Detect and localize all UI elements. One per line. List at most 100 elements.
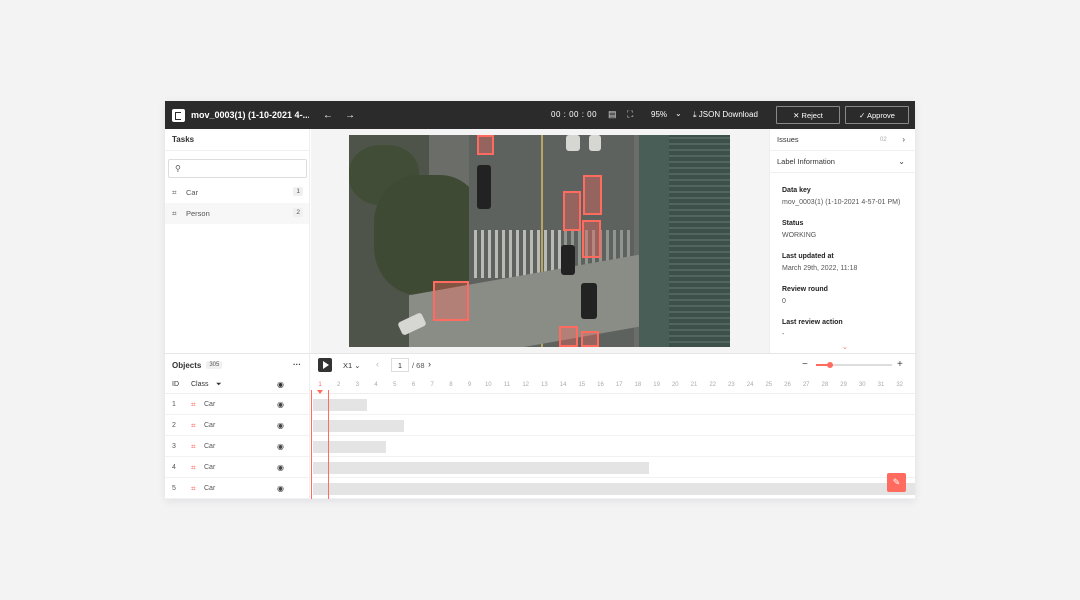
task-search-input[interactable]: ⚲: [168, 159, 307, 178]
frame-tick[interactable]: 18: [631, 382, 645, 388]
scroll-down-icon[interactable]: ⌄: [842, 343, 848, 351]
issues-header[interactable]: Issues 02 ›: [770, 129, 915, 151]
frame-tick[interactable]: 5: [388, 382, 402, 388]
timeline-track[interactable]: [311, 415, 915, 436]
frame-tick[interactable]: 28: [818, 382, 832, 388]
scene-building-right: [669, 135, 730, 347]
frame-tick[interactable]: 19: [650, 382, 664, 388]
more-options-icon[interactable]: ···: [293, 360, 301, 369]
eye-icon[interactable]: ◉: [277, 463, 284, 472]
frame-tick[interactable]: 17: [612, 382, 626, 388]
frame-tick[interactable]: 8: [444, 382, 458, 388]
frame-tick[interactable]: 23: [724, 382, 738, 388]
player-controls: X1 ⌄ ‹ 1 / 68 › − +: [311, 354, 915, 376]
timeline-track[interactable]: [311, 436, 915, 457]
task-item-car[interactable]: ⌗ Car 1: [165, 182, 309, 203]
frame-tick[interactable]: 10: [481, 382, 495, 388]
frame-tick[interactable]: 24: [743, 382, 757, 388]
frame-tick[interactable]: 14: [556, 382, 570, 388]
chevron-right-icon[interactable]: ›: [902, 135, 905, 144]
frame-tick[interactable]: 29: [837, 382, 851, 388]
frame-tick[interactable]: 7: [425, 382, 439, 388]
annotation-app: mov_0003(1) (1-10-2021 4-... ← → 00 : 00…: [165, 101, 915, 499]
edit-icon[interactable]: ✎: [887, 473, 906, 492]
reject-button[interactable]: ✕ Reject: [776, 106, 840, 124]
frame-tick[interactable]: 13: [537, 382, 551, 388]
current-frame-input[interactable]: 1: [391, 358, 409, 372]
frame-tick[interactable]: 16: [594, 382, 608, 388]
playhead[interactable]: [311, 390, 329, 499]
frame-tick[interactable]: 4: [369, 382, 383, 388]
bounding-box[interactable]: [581, 331, 599, 347]
frame-tick[interactable]: 25: [762, 382, 776, 388]
frame-tick[interactable]: 15: [575, 382, 589, 388]
object-row[interactable]: 5 ⌗ Car ◉: [165, 478, 310, 499]
frame-tick[interactable]: 2: [332, 382, 346, 388]
bounding-box[interactable]: [583, 175, 602, 215]
zoom-in-icon[interactable]: +: [897, 359, 903, 370]
zoom-level[interactable]: 95%: [651, 110, 667, 119]
bounding-box[interactable]: [563, 191, 581, 231]
frame-tick[interactable]: 6: [407, 382, 421, 388]
slider-handle[interactable]: [827, 362, 833, 368]
timeline-track[interactable]: [311, 394, 915, 415]
fullscreen-icon[interactable]: ⛶: [627, 109, 633, 120]
label-info-title: Label Information: [777, 157, 835, 166]
bounding-box[interactable]: [559, 326, 578, 347]
playback-speed[interactable]: X1 ⌄: [343, 361, 361, 370]
object-class: Car: [204, 401, 216, 408]
frame-tick[interactable]: 22: [706, 382, 720, 388]
arrow-left-icon[interactable]: ←: [323, 110, 333, 121]
object-row[interactable]: 2 ⌗ Car ◉: [165, 415, 310, 436]
track-bar[interactable]: [313, 483, 915, 495]
frame-tick[interactable]: 32: [893, 382, 907, 388]
chevron-down-icon[interactable]: ⌄: [898, 157, 905, 166]
task-item-person[interactable]: ⌗ Person 2: [165, 203, 309, 224]
frame-tick[interactable]: 21: [687, 382, 701, 388]
chevron-right-icon[interactable]: ›: [428, 359, 431, 369]
bounding-box[interactable]: [477, 135, 494, 155]
frame-tick[interactable]: 1: [313, 382, 327, 388]
top-bar: mov_0003(1) (1-10-2021 4-... ← → 00 : 00…: [165, 101, 915, 129]
approve-button[interactable]: ✓ Approve: [845, 106, 909, 124]
label-info-header[interactable]: Label Information ⌄: [770, 151, 915, 173]
chevron-down-icon[interactable]: ⌄: [675, 109, 682, 118]
caption-icon[interactable]: ▤: [608, 109, 617, 120]
frame-tick[interactable]: 27: [799, 382, 813, 388]
eye-icon[interactable]: ◉: [277, 380, 284, 389]
zoom-out-icon[interactable]: −: [802, 359, 808, 370]
eye-icon[interactable]: ◉: [277, 400, 284, 409]
tasks-title: Tasks: [165, 129, 309, 151]
video-frame[interactable]: [349, 135, 730, 347]
object-row[interactable]: 3 ⌗ Car ◉: [165, 436, 310, 457]
bounding-box[interactable]: [433, 281, 469, 321]
eye-icon[interactable]: ◉: [277, 484, 284, 493]
task-label: Car: [186, 188, 199, 197]
timeline-track[interactable]: [311, 457, 915, 478]
frame-tick[interactable]: 11: [500, 382, 514, 388]
frame-tick[interactable]: 31: [874, 382, 888, 388]
object-row[interactable]: 4 ⌗ Car ◉: [165, 457, 310, 478]
json-download-button[interactable]: ⤓ JSON Download: [693, 110, 758, 120]
frame-tick[interactable]: 30: [855, 382, 869, 388]
chevron-left-icon[interactable]: ‹: [376, 359, 379, 369]
field-value: March 29th, 2022, 11:18: [782, 265, 858, 272]
frame-tick[interactable]: 9: [463, 382, 477, 388]
filter-icon[interactable]: ⏷: [216, 381, 222, 389]
eye-icon[interactable]: ◉: [277, 442, 284, 451]
frame-tick[interactable]: 20: [668, 382, 682, 388]
arrow-right-icon[interactable]: →: [345, 110, 355, 121]
frame-ruler[interactable]: 1 2 3 4 5 6 7 8 9 10 11 12 13 14 15 16 17 18 19 20 21 22 23 24 2…: [311, 376, 915, 394]
play-icon[interactable]: [318, 358, 332, 372]
timeline-section: Objects 305 ··· ID Class ⏷ ◉ 1 ⌗ Car ◉ 2…: [165, 353, 915, 499]
eye-icon[interactable]: ◉: [277, 421, 284, 430]
track-bar[interactable]: [313, 462, 649, 474]
scene-car: [561, 245, 575, 275]
timeline-track[interactable]: [311, 478, 915, 499]
playhead-marker[interactable]: [317, 390, 323, 394]
frame-tick[interactable]: 26: [781, 382, 795, 388]
object-row[interactable]: 1 ⌗ Car ◉: [165, 394, 310, 415]
bounding-box[interactable]: [582, 220, 601, 258]
frame-tick[interactable]: 3: [350, 382, 364, 388]
frame-tick[interactable]: 12: [519, 382, 533, 388]
